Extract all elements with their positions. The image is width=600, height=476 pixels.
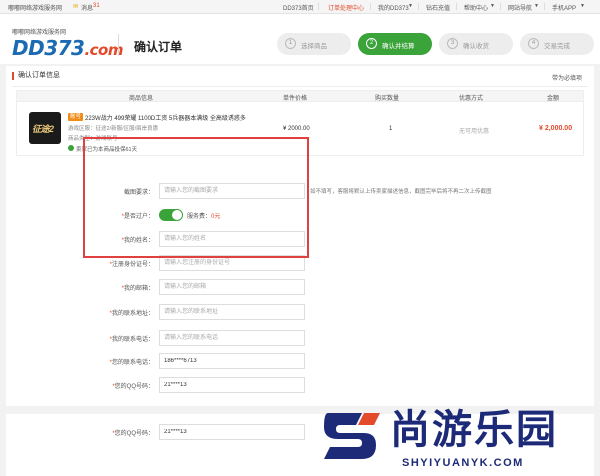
address-input[interactable] <box>159 304 305 320</box>
watermark-logo-icon <box>324 413 380 459</box>
watermark: 尚游乐园 SHYIYUANYK.COM <box>320 405 600 476</box>
messages-link[interactable]: 消息 <box>81 3 93 12</box>
discount-value: 无可用优惠 <box>459 129 490 135</box>
address-label: *我的联系地址： <box>109 311 154 317</box>
quantity: 1 <box>389 126 393 132</box>
screenshot-label: 截图要求： <box>123 190 154 196</box>
screenshot-input[interactable] <box>159 183 305 199</box>
shield-icon <box>68 145 74 151</box>
qq-label: *您的QQ号码： <box>112 384 154 390</box>
service-fee: 服务费：0元 <box>187 214 221 220</box>
chevron-down-icon: ▼ <box>580 3 585 9</box>
step-select-product: 1 选择商品 <box>277 33 351 55</box>
table-row: 征途2 账号 223W战力 499荣耀 1100D工资 5兵器器本满级 全高级诱… <box>16 102 584 156</box>
phone2-label: *您的联系电话： <box>109 360 154 366</box>
insurance-note: 卖家已为本商品投保61天 <box>76 147 138 153</box>
chevron-down-icon: ▼ <box>408 3 413 9</box>
phone2-input[interactable] <box>159 353 305 369</box>
transfer-label: *是否过户： <box>121 214 154 220</box>
name-label: *我的姓名： <box>121 238 154 244</box>
chevron-down-icon: ▼ <box>490 3 495 9</box>
qq2-input[interactable] <box>159 424 305 440</box>
product-server: 游戏区服：征途2/新服/区服/兩岸良惠 <box>68 126 159 132</box>
order-amount: ¥ 2,000.00 <box>539 125 573 132</box>
name-input[interactable] <box>159 231 305 247</box>
step-confirm-receipt: 3 确认收货 <box>439 33 513 55</box>
section-title: 确认订单信息 <box>12 72 60 80</box>
product-title[interactable]: 223W战力 499荣耀 1100D工资 5兵器器本满级 全高级诱惑多 <box>85 113 246 122</box>
topbar-link-sitemap[interactable]: 网站导航 <box>508 3 532 12</box>
phone1-input[interactable] <box>159 330 305 346</box>
col-product-info: 商品信息 <box>129 96 154 102</box>
step-confirm-checkout: 2 确认并结算 <box>358 33 432 55</box>
page-title: 确认订单 <box>134 40 183 54</box>
logo-tagline: 嘟嘟网络游戏服务网 <box>12 30 67 36</box>
topbar-link-order-center[interactable]: 订单处理中心 <box>328 3 364 12</box>
product-type-badge: 账号 <box>68 113 84 121</box>
topbar-link-help[interactable]: 帮助中心 <box>464 3 488 12</box>
topbar-link-app[interactable]: 手机APP <box>552 3 576 12</box>
phone1-label: *我的联系电话： <box>109 337 154 343</box>
idcard-input[interactable] <box>159 255 305 271</box>
watermark-en: SHYIYUANYK.COM <box>402 457 524 469</box>
header: 嘟嘟网络游戏服务网 DD373.com 确认订单 1 选择商品 2 确认并结算 … <box>0 14 600 64</box>
idcard-label: *注册身份证号： <box>109 262 154 268</box>
transfer-toggle[interactable] <box>159 209 183 221</box>
product-thumbnail[interactable]: 征途2 <box>29 112 61 144</box>
unit-price: ¥ 2000.00 <box>283 126 310 132</box>
site-name: 嘟嘟网络游戏服务网 <box>8 6 63 12</box>
qq2-label: *您的QQ号码： <box>112 431 154 437</box>
col-discount: 优惠方式 <box>459 96 484 102</box>
col-amount: 金额 <box>547 96 560 102</box>
email-input[interactable] <box>159 279 305 295</box>
topbar-link-my-dd373[interactable]: 我的DD373 <box>378 3 409 12</box>
watermark-cn: 尚游乐园 <box>390 408 558 452</box>
top-bar: 嘟嘟网络游戏服务网 ✉ 消息 31 DD373首页 订单处理中心 我的DD373… <box>0 0 600 14</box>
mail-icon: ✉ <box>73 4 79 10</box>
col-unit-price: 单件价格 <box>283 96 308 102</box>
col-quantity: 购买数量 <box>375 96 400 102</box>
topbar-link-home[interactable]: DD373首页 <box>283 3 314 12</box>
order-table-header: 商品信息 单件价格 购买数量 优惠方式 金额 <box>16 90 584 102</box>
chevron-down-icon: ▼ <box>534 3 539 9</box>
order-panel: 确认订单信息 带为必填项 商品信息 单件价格 购买数量 优惠方式 金额 征途2 … <box>6 66 594 406</box>
logo[interactable]: DD373.com <box>12 36 123 60</box>
step-complete: 4 交易完成 <box>520 33 594 55</box>
screenshot-hint: 如不填写，客服将默认上传卖家描述信息，截图完毕后将不再二次上传截图 <box>310 189 492 195</box>
email-label: *我的邮箱： <box>121 286 154 292</box>
required-note: 带为必填项 <box>551 76 582 82</box>
messages-count: 31 <box>93 3 100 9</box>
topbar-link-recharge[interactable]: 钻石充值 <box>426 3 450 12</box>
product-category: 商品类型：游戏账号 <box>68 136 118 142</box>
qq-input[interactable] <box>159 377 305 393</box>
